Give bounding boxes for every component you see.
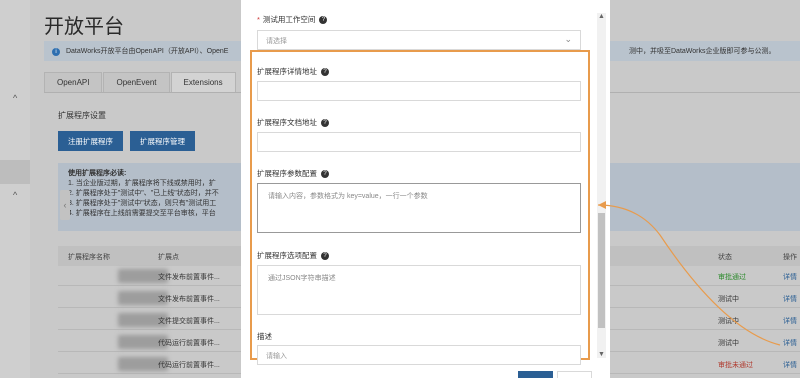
- row-point: 文件提交前置事件...: [158, 318, 220, 325]
- col-name: 扩展程序名称: [68, 254, 110, 261]
- notice-text-right: 测中，并吸至DataWorks企业版即可参与公测。: [629, 48, 776, 55]
- doc-url-label: 扩展程序文档地址?: [257, 117, 329, 128]
- scroll-up-icon[interactable]: ▲: [598, 13, 605, 20]
- params-label: 扩展程序参数配置?: [257, 168, 329, 179]
- page-title: 开放平台: [44, 16, 124, 38]
- collapse-handle[interactable]: ‹: [60, 190, 70, 220]
- description-placeholder: 请输入: [266, 353, 287, 360]
- description-label: 描述: [257, 332, 272, 341]
- options-label: 扩展程序选项配置?: [257, 250, 329, 261]
- detail-link[interactable]: 详情: [783, 360, 797, 370]
- help-icon[interactable]: ?: [321, 68, 329, 77]
- help-icon[interactable]: ?: [321, 170, 329, 179]
- confirm-button[interactable]: [518, 371, 553, 378]
- options-placeholder: 通过JSON字符串描述: [268, 275, 336, 282]
- col-extension-point: 扩展点: [158, 254, 179, 261]
- status-badge: 审批未通过: [718, 362, 753, 369]
- tab-extensions[interactable]: Extensions: [170, 72, 236, 92]
- detail-url-input[interactable]: [257, 81, 581, 101]
- options-textarea[interactable]: 通过JSON字符串描述: [257, 265, 581, 315]
- help-icon[interactable]: ?: [321, 119, 329, 128]
- detail-url-label: 扩展程序详情地址?: [257, 66, 329, 77]
- left-nav-rail: ^ ^: [0, 0, 30, 378]
- info-icon: i: [52, 48, 60, 56]
- tab-bar: OpenAPI OpenEvent Extensions: [44, 72, 237, 92]
- params-textarea[interactable]: 请输入内容，参数格式为 key=value，一行一个参数: [257, 183, 581, 233]
- workspace-select[interactable]: 请选择 ⌄: [257, 30, 581, 50]
- chevron-up-icon[interactable]: ^: [13, 93, 17, 103]
- manage-extension-button[interactable]: 扩展程序管理: [130, 131, 195, 151]
- help-icon[interactable]: ?: [321, 252, 329, 261]
- doc-url-input[interactable]: [257, 132, 581, 152]
- tab-openapi[interactable]: OpenAPI: [44, 72, 103, 92]
- chevron-down-icon: ⌄: [564, 34, 572, 44]
- register-extension-dialog: * 测试用工作空间? 请选择 ⌄ 扩展程序详情地址? 扩展程序文档地址? 扩展程序…: [241, 0, 610, 378]
- workspace-select-value: 请选择: [266, 38, 287, 45]
- row-point: 文件发布前置事件...: [158, 296, 220, 303]
- workspace-label: * 测试用工作空间?: [257, 14, 328, 25]
- notice-text: DataWorks开放平台由OpenAPI（开放API）、OpenE: [65, 48, 229, 55]
- section-title: 扩展程序设置: [58, 111, 106, 120]
- row-point: 代码运行前置事件...: [158, 362, 220, 369]
- params-placeholder: 请输入内容，参数格式为 key=value，一行一个参数: [268, 193, 428, 200]
- row-point: 代码运行前置事件...: [158, 340, 220, 347]
- description-input[interactable]: 请输入: [257, 345, 581, 365]
- help-icon[interactable]: ?: [319, 16, 328, 25]
- chevron-up-icon[interactable]: ^: [13, 190, 17, 200]
- register-extension-button[interactable]: 注册扩展程序: [58, 131, 123, 151]
- cancel-button[interactable]: [557, 371, 592, 378]
- tab-openevent[interactable]: OpenEvent: [103, 72, 170, 92]
- nav-rail-active-item[interactable]: [0, 160, 30, 184]
- annotation-arrow: [597, 201, 781, 346]
- row-point: 文件发布前置事件...: [158, 274, 220, 281]
